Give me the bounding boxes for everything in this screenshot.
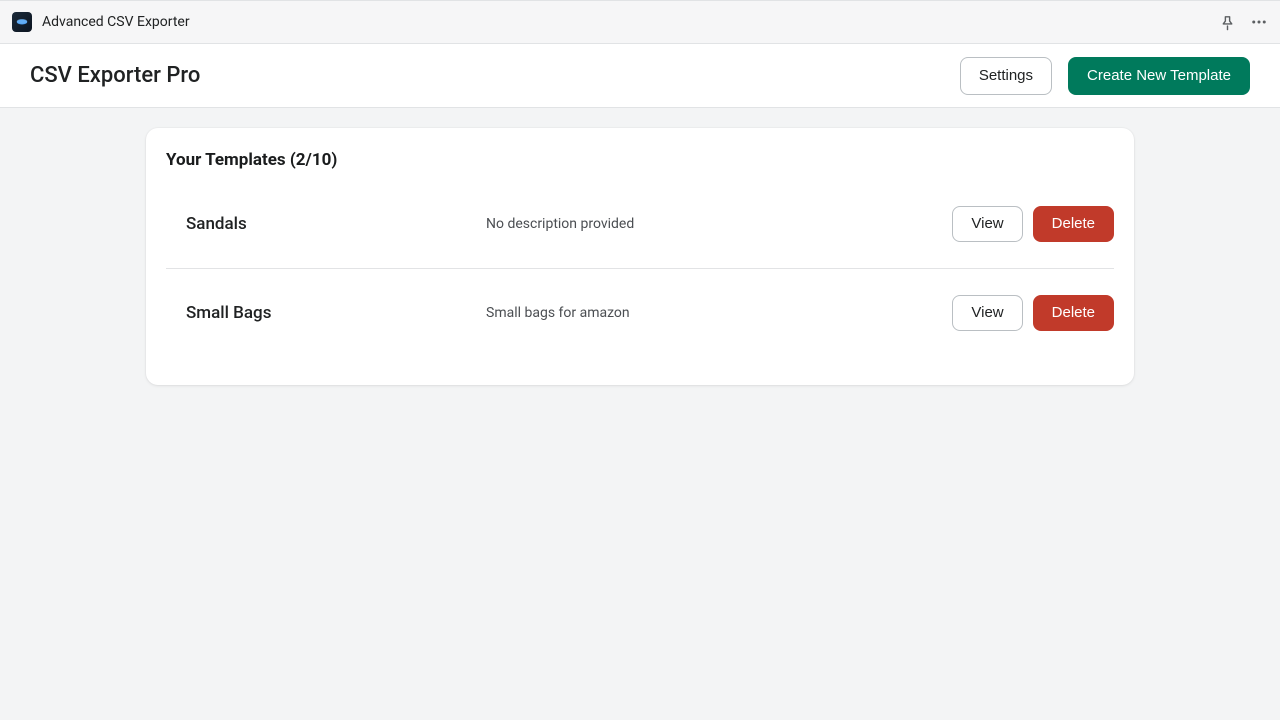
template-description: No description provided <box>486 216 952 232</box>
template-name: Sandals <box>186 214 486 234</box>
page-title: CSV Exporter Pro <box>30 63 200 88</box>
page-header: CSV Exporter Pro Settings Create New Tem… <box>0 44 1280 108</box>
app-icon <box>12 12 32 32</box>
app-name: Advanced CSV Exporter <box>42 14 190 30</box>
view-button[interactable]: View <box>952 295 1022 331</box>
template-name: Small Bags <box>186 303 486 323</box>
topbar: Advanced CSV Exporter <box>0 0 1280 44</box>
template-row: Small Bags Small bags for amazon View De… <box>166 268 1114 357</box>
templates-card: Your Templates (2/10) Sandals No descrip… <box>146 128 1134 385</box>
more-icon[interactable] <box>1250 13 1268 31</box>
templates-heading: Your Templates (2/10) <box>166 150 1114 170</box>
delete-button[interactable]: Delete <box>1033 206 1114 242</box>
delete-button[interactable]: Delete <box>1033 295 1114 331</box>
template-row: Sandals No description provided View Del… <box>166 180 1114 268</box>
view-button[interactable]: View <box>952 206 1022 242</box>
pin-icon[interactable] <box>1219 14 1236 31</box>
create-template-button[interactable]: Create New Template <box>1068 57 1250 95</box>
template-description: Small bags for amazon <box>486 305 952 321</box>
settings-button[interactable]: Settings <box>960 57 1052 95</box>
